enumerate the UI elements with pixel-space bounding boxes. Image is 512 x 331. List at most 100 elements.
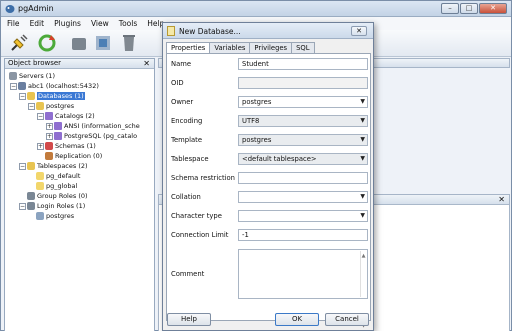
tree-node-label: pg_default [46,172,81,180]
collation-select[interactable]: ▼ [238,191,368,203]
window-title: pgAdmin [18,4,54,13]
tree-expander[interactable]: − [28,102,35,110]
sql-pane-close-icon[interactable]: ✕ [498,195,505,204]
menu-plugins[interactable]: Plugins [54,19,81,28]
delete-icon[interactable] [119,33,139,53]
encoding-value: UTF8 [242,117,260,125]
minimize-button[interactable]: – [441,3,459,14]
menu-tools[interactable]: Tools [119,19,137,28]
tree-node[interactable]: pg_global [36,181,77,191]
properties-icon[interactable] [93,33,113,53]
tree-expander[interactable]: − [37,112,44,120]
tree-node[interactable]: Group Roles (0) [27,191,88,201]
name-input[interactable]: Student [238,58,368,70]
encoding-select[interactable]: UTF8 ▼ [238,115,368,127]
connect-plug-icon[interactable] [9,33,29,53]
tree-node[interactable]: PostgreSQL (pg_catalo [54,131,137,141]
tree-node-label: Replication (0) [55,152,103,160]
close-window-button[interactable]: ✕ [479,3,507,14]
tree-node-label: Schemas (1) [55,142,96,150]
dialog-title: New Database... [179,27,241,36]
tree-node[interactable]: Databases (1) [27,91,85,101]
name-label: Name [171,60,192,68]
new-database-dialog: New Database... ✕ Properties Variables P… [162,22,374,331]
tree-expander[interactable]: − [10,82,17,90]
object-browser-close-icon[interactable]: ✕ [143,59,150,68]
tree-node[interactable]: pg_default [36,171,80,181]
maximize-button[interactable]: □ [460,3,478,14]
character-type-select[interactable]: ▼ [238,210,368,222]
menu-edit[interactable]: Edit [30,19,45,28]
tablespace-icon [36,182,44,190]
tree-expander[interactable]: − [19,162,26,170]
tree-node[interactable]: Replication (0) [45,151,102,161]
template-value: postgres [242,136,272,144]
tree-node[interactable]: Login Roles (1) [27,201,85,211]
database-icon [36,102,44,110]
tree-node[interactable]: abc1 (localhost:5432) [18,81,99,91]
collation-label: Collation [171,193,201,201]
tab-variables[interactable]: Variables [209,42,251,53]
catalog-icon [54,132,62,140]
connection-limit-input[interactable]: -1 [238,229,368,241]
help-button[interactable]: Help [167,313,211,326]
chevron-down-icon: ▼ [360,155,365,162]
tablespaces-icon [27,162,35,170]
owner-select[interactable]: postgres ▼ [238,96,368,108]
chevron-down-icon: ▼ [360,136,365,143]
comment-label: Comment [171,270,205,278]
encoding-label: Encoding [171,117,203,125]
tree-node-label: PostgreSQL (pg_catalo [64,132,138,140]
user-icon [36,212,44,220]
chevron-down-icon: ▼ [360,193,365,200]
template-label: Template [171,136,203,144]
tree-node[interactable]: postgres [36,101,74,111]
chevron-down-icon: ▼ [360,98,365,105]
comment-textarea[interactable]: ▲ ▼ [238,249,368,329]
schema-restriction-input[interactable] [238,172,368,184]
refresh-icon[interactable] [37,33,57,53]
tree-node[interactable]: Catalogs (2) [45,111,95,121]
catalog-icon [54,122,62,130]
object-browser-panel: Object browser ✕ Servers (1) − abc1 (local… [4,58,155,331]
tree-node[interactable]: Tablespaces (2) [27,161,88,171]
tablespace-label: Tablespace [171,155,209,163]
tree-node[interactable]: ANSI (information_sche [54,121,140,131]
object-icon[interactable] [69,33,89,53]
tree-node-label: Catalogs (2) [55,112,95,120]
tree-expander[interactable]: + [37,142,44,150]
template-select[interactable]: postgres ▼ [238,134,368,146]
tree-node[interactable]: postgres [36,211,74,221]
menu-view[interactable]: View [91,19,109,28]
catalogs-icon [45,112,53,120]
tree-node-label: ANSI (information_sche [64,122,140,130]
oid-label: OID [171,79,184,87]
menu-file[interactable]: File [7,19,20,28]
tree-expander[interactable]: − [19,92,26,100]
server-icon [18,82,26,90]
tree-expander[interactable]: + [46,122,53,130]
comment-scrollbar[interactable]: ▲ ▼ [360,251,366,329]
tablespace-value: <default tablespace> [242,155,317,163]
tab-sql[interactable]: SQL [291,42,315,53]
dialog-button-row: Help OK Cancel [163,313,375,327]
owner-value: postgres [242,98,272,106]
tree-node[interactable]: Servers (1) [9,71,55,81]
tab-privileges[interactable]: Privileges [249,42,293,53]
object-browser-header: Object browser ✕ [5,59,154,69]
title-bar: pgAdmin – □ ✕ [1,1,511,17]
login-roles-icon [27,202,35,210]
tree-expander[interactable]: − [19,202,26,210]
character-type-label: Character type [171,212,222,220]
tree-node-label: Databases (1) [37,92,85,100]
tree-node[interactable]: Schemas (1) [45,141,96,151]
dialog-tabs: Properties Variables Privileges SQL [166,42,315,54]
dialog-close-button[interactable]: ✕ [351,26,367,36]
tablespace-select[interactable]: <default tablespace> ▼ [238,153,368,165]
oid-input [238,77,368,89]
servers-icon [9,72,17,80]
tree-expander[interactable]: + [46,132,53,140]
ok-button[interactable]: OK [275,313,319,326]
tree-node-label: Tablespaces (2) [37,162,88,170]
cancel-button[interactable]: Cancel [325,313,369,326]
